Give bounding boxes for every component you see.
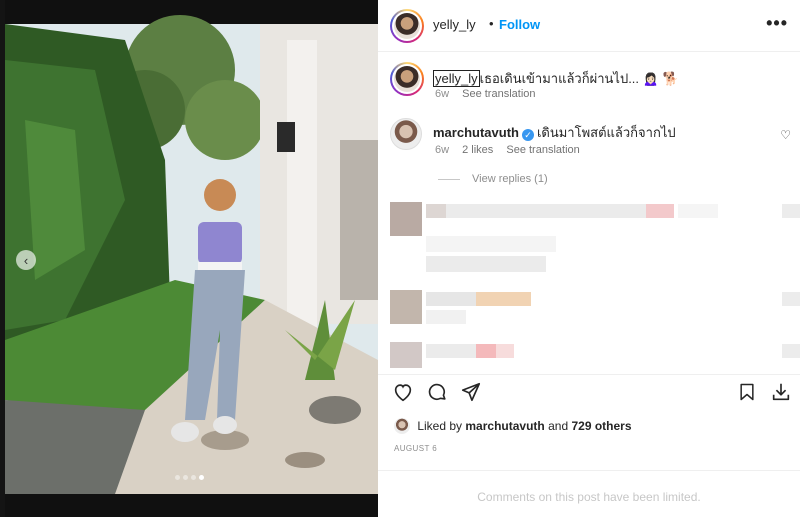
more-options-icon[interactable]: •••: [766, 13, 788, 34]
post-side-panel: yelly_ly • Follow ••• yelly_ly เธอเดินเข้…: [378, 0, 800, 517]
photo-illustration: [5, 0, 378, 517]
liked-by-prefix: Liked by: [417, 419, 463, 433]
comments-limited-notice: Comments on this post have been limited.: [477, 490, 701, 504]
download-icon[interactable]: [770, 381, 792, 403]
caption-line: yelly_ly เธอเดินเข้ามาแล้วก็ผ่านไป... 🙍🏻‍…: [433, 68, 679, 89]
carousel-dot: [175, 475, 180, 480]
commenter-avatar[interactable]: [390, 118, 422, 150]
carousel-dot: [183, 475, 188, 480]
caption-text: เธอเดินเข้ามาแล้วก็ผ่านไป... 🙍🏻‍♀️ 🐕: [479, 71, 679, 86]
verified-badge-icon: ✓: [521, 129, 534, 141]
carousel-prev-button[interactable]: ‹: [16, 250, 36, 270]
comment-bubble-icon[interactable]: [426, 381, 448, 403]
view-replies-label: View replies (1): [472, 173, 548, 185]
comment-likes[interactable]: 2 likes: [462, 144, 493, 156]
caption-author-avatar[interactable]: [390, 62, 424, 96]
comment-age: 6w: [435, 144, 450, 156]
comment-meta: 6w 2 likes See translation: [435, 144, 580, 156]
replies-divider: [438, 178, 460, 180]
liked-by-line: Liked by marchutavuth and 729 others: [394, 418, 632, 434]
commenter-username[interactable]: marchutavuth: [433, 125, 519, 140]
carousel-indicator: [175, 475, 204, 480]
post-photo: ‹: [5, 0, 378, 517]
liked-by-conjunction: and: [548, 419, 569, 433]
liker-avatar[interactable]: [394, 418, 410, 434]
caption-see-translation[interactable]: See translation: [462, 88, 535, 100]
follow-button[interactable]: Follow: [499, 17, 540, 32]
post-actions-bar: [378, 374, 800, 410]
save-bookmark-icon[interactable]: [737, 381, 757, 403]
view-replies-button[interactable]: View replies (1): [438, 173, 548, 185]
carousel-dot-active: [199, 475, 204, 480]
author-username[interactable]: yelly_ly: [433, 17, 476, 32]
like-heart-icon[interactable]: [392, 381, 414, 403]
author-avatar[interactable]: [390, 9, 424, 43]
caption-meta: 6w See translation: [435, 88, 536, 100]
header-separator: •: [489, 16, 494, 31]
carousel-dot: [191, 475, 196, 480]
comment-see-translation[interactable]: See translation: [506, 144, 579, 156]
post-header: yelly_ly • Follow •••: [378, 0, 800, 52]
comment-text: เดินมาโพสต์แล้วก็จากไป: [536, 125, 676, 140]
comment-like-heart-icon[interactable]: ♡: [780, 128, 791, 142]
liker-username[interactable]: marchutavuth: [465, 419, 544, 433]
caption-username[interactable]: yelly_ly: [433, 70, 480, 87]
caption-age: 6w: [435, 88, 450, 100]
share-send-icon[interactable]: [460, 381, 482, 403]
comment-line: marchutavuth ✓ เดินมาโพสต์แล้วก็จากไป: [433, 122, 676, 143]
likes-others-count[interactable]: 729 others: [571, 419, 631, 433]
post-date[interactable]: AUGUST 6: [394, 444, 437, 453]
